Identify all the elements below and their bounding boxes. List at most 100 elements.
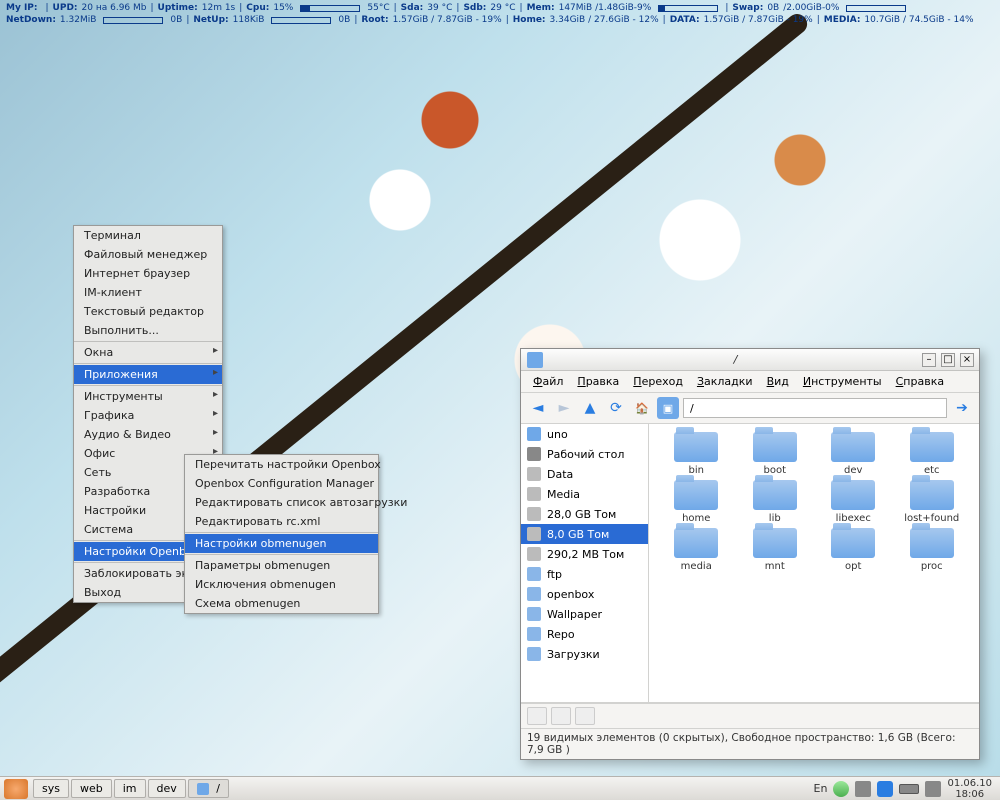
folder-icon[interactable]: bin — [661, 432, 732, 476]
window-title: / — [549, 353, 922, 366]
taskbar-window-entry[interactable]: / — [188, 779, 229, 798]
submenu-item[interactable]: Схема obmenugen — [185, 594, 378, 613]
submenu-item[interactable]: Перечитать настройки Openbox — [185, 455, 378, 474]
folder-icon[interactable]: etc — [897, 432, 968, 476]
maximize-button[interactable]: □ — [941, 353, 955, 367]
view-bookmarks-button[interactable] — [551, 707, 571, 725]
folder-glyph-icon — [753, 480, 797, 510]
menu-item[interactable]: Графика — [74, 406, 222, 425]
sidebar-item[interactable]: 28,0 GB Том — [521, 504, 648, 524]
sidebar-item-label: openbox — [547, 588, 594, 601]
menubar-item[interactable]: Инструменты — [797, 373, 888, 390]
sidebar-item[interactable]: Media — [521, 484, 648, 504]
sidebar-item-label: Wallpaper — [547, 608, 602, 621]
menu-item[interactable]: Терминал — [74, 226, 222, 245]
folder-glyph-icon — [910, 480, 954, 510]
folder-icon[interactable]: boot — [740, 432, 811, 476]
sidebar-item[interactable]: Рабочий стол — [521, 444, 648, 464]
sidebar-item-label: Repo — [547, 628, 575, 641]
menu-item[interactable]: Окна — [74, 343, 222, 362]
folder-glyph-icon — [831, 432, 875, 462]
folder-icon[interactable]: proc — [897, 528, 968, 572]
desktop-switch-button[interactable]: im — [114, 779, 146, 798]
view-tree-button[interactable] — [575, 707, 595, 725]
folder-icon-view[interactable]: binbootdevetc homeliblibexeclost+found med… — [649, 424, 979, 702]
place-icon — [527, 527, 541, 541]
sidebar-item[interactable]: Repo — [521, 624, 648, 644]
submenu-item[interactable]: Редактировать rc.xml — [185, 512, 378, 531]
taskbar-clock[interactable]: 01.06.1018:06 — [947, 778, 992, 800]
go-button[interactable]: ➔ — [951, 397, 973, 419]
sidebar-item[interactable]: openbox — [521, 584, 648, 604]
reload-button[interactable]: ⟳ — [605, 397, 627, 419]
menu-item[interactable]: IM-клиент — [74, 283, 222, 302]
submenu-item[interactable]: Редактировать список автозагрузки — [185, 493, 378, 512]
menubar-item[interactable]: Вид — [761, 373, 795, 390]
battery-icon[interactable] — [899, 784, 919, 794]
sidebar-item[interactable]: ftp — [521, 564, 648, 584]
home-button[interactable]: 🏠 — [631, 397, 653, 419]
desktop-switch-button[interactable]: sys — [33, 779, 69, 798]
close-button[interactable]: × — [960, 353, 974, 367]
folder-glyph-icon — [674, 432, 718, 462]
computer-button[interactable]: ▣ — [657, 397, 679, 419]
tray-app-icon[interactable] — [925, 781, 941, 797]
bluetooth-icon[interactable] — [877, 781, 893, 797]
sidebar-item-label: Media — [547, 488, 580, 501]
submenu-item[interactable]: Параметры obmenugen — [185, 556, 378, 575]
sidebar-item[interactable]: Data — [521, 464, 648, 484]
place-icon — [527, 507, 541, 521]
volume-icon[interactable] — [833, 781, 849, 797]
display-icon[interactable] — [855, 781, 871, 797]
folder-icon[interactable]: libexec — [818, 480, 889, 524]
sidebar-item-label: Загрузки — [547, 648, 600, 661]
sidebar-item[interactable]: Загрузки — [521, 644, 648, 664]
folder-icon[interactable]: dev — [818, 432, 889, 476]
menu-item[interactable]: Текстовый редактор — [74, 302, 222, 321]
folder-icon[interactable]: lib — [740, 480, 811, 524]
system-tray: En 01.06.1018:06 — [806, 778, 1000, 800]
submenu-item[interactable]: Исключения obmenugen — [185, 575, 378, 594]
folder-label: mnt — [765, 561, 785, 572]
menubar-item[interactable]: Закладки — [691, 373, 759, 390]
sidebar-item[interactable]: 8,0 GB Том — [521, 524, 648, 544]
menu-item[interactable]: Приложения — [74, 365, 222, 384]
desktop-switch-button[interactable]: web — [71, 779, 112, 798]
menu-item[interactable]: Аудио & Видео — [74, 425, 222, 444]
folder-icon[interactable]: home — [661, 480, 732, 524]
sidebar-item-label: ftp — [547, 568, 562, 581]
nav-forward-button[interactable]: ► — [553, 397, 575, 419]
desktop-switch-button[interactable]: dev — [148, 779, 186, 798]
folder-glyph-icon — [753, 528, 797, 558]
submenu-item[interactable]: Настройки obmenugen — [185, 534, 378, 553]
menu-item[interactable]: Файловый менеджер — [74, 245, 222, 264]
menu-item[interactable]: Выполнить... — [74, 321, 222, 340]
nav-up-button[interactable]: ▲ — [579, 397, 601, 419]
nav-back-button[interactable]: ◄ — [527, 397, 549, 419]
submenu-item[interactable]: Openbox Configuration Manager — [185, 474, 378, 493]
folder-icon[interactable]: lost+found — [897, 480, 968, 524]
path-input[interactable] — [683, 398, 947, 418]
menubar-item[interactable]: Переход — [627, 373, 689, 390]
window-titlebar[interactable]: / – □ × — [521, 349, 979, 371]
menu-item[interactable]: Интернет браузер — [74, 264, 222, 283]
menubar-item[interactable]: Файл — [527, 373, 569, 390]
sidebar-item[interactable]: uno — [521, 424, 648, 444]
folder-icon[interactable]: opt — [818, 528, 889, 572]
minimize-button[interactable]: – — [922, 353, 936, 367]
start-button[interactable] — [4, 779, 28, 799]
folder-icon[interactable]: mnt — [740, 528, 811, 572]
folder-icon[interactable]: media — [661, 528, 732, 572]
sidebar-footer — [521, 703, 979, 728]
menu-item[interactable]: Инструменты — [74, 387, 222, 406]
keyboard-layout-indicator[interactable]: En — [814, 782, 828, 795]
taskbar: syswebimdev / En 01.06.1018:06 — [0, 776, 1000, 800]
sidebar-item-label: Data — [547, 468, 573, 481]
sidebar-item-label: uno — [547, 428, 568, 441]
menubar-item[interactable]: Справка — [890, 373, 950, 390]
view-disk-button[interactable] — [527, 707, 547, 725]
openbox-settings-submenu: Перечитать настройки OpenboxOpenbox Conf… — [184, 454, 379, 614]
sidebar-item[interactable]: 290,2 MB Том — [521, 544, 648, 564]
menubar-item[interactable]: Правка — [571, 373, 625, 390]
sidebar-item[interactable]: Wallpaper — [521, 604, 648, 624]
